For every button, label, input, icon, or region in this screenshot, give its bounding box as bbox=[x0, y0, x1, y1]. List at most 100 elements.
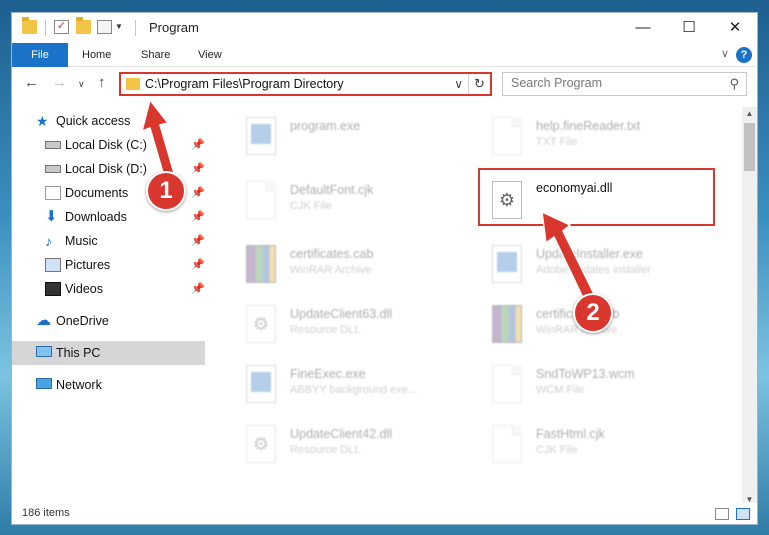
network-icon bbox=[36, 378, 52, 389]
quick-access-toolbar-dropdown-icon[interactable]: ▼ bbox=[115, 22, 123, 31]
dll-gear-icon: ⚙ bbox=[246, 305, 276, 343]
help-icon[interactable]: ? bbox=[736, 47, 752, 63]
file-type: TXT File bbox=[536, 136, 578, 148]
drive-icon bbox=[45, 165, 61, 173]
pin-icon[interactable]: 📌 bbox=[191, 229, 205, 253]
onedrive-icon: ☁ bbox=[36, 312, 51, 329]
sidebar-item-onedrive[interactable]: ☁ OneDrive bbox=[36, 309, 205, 333]
title-bar: ✓ ▼ Program — ☐ ✕ bbox=[12, 13, 757, 43]
tab-file[interactable]: File bbox=[12, 43, 68, 67]
navigation-pane: ★ Quick access Local Disk (C:) 📌 Local D… bbox=[12, 107, 205, 503]
back-arrow-icon[interactable]: ← bbox=[24, 74, 39, 91]
scrollbar-thumb[interactable] bbox=[744, 123, 755, 171]
address-path[interactable]: C:\Program Files\Program Directory bbox=[145, 77, 344, 91]
documents-icon bbox=[45, 186, 61, 200]
file-type: WinRAR Archive bbox=[290, 264, 372, 276]
forward-arrow-icon[interactable]: → bbox=[52, 74, 67, 91]
tab-home[interactable]: Home bbox=[68, 43, 125, 67]
up-arrow-icon[interactable]: ↑ bbox=[98, 74, 106, 91]
file-type: Adobe updates installer bbox=[536, 264, 651, 276]
maximize-button[interactable]: ☐ bbox=[666, 13, 712, 43]
file-item[interactable]: UpdateInstaller.exe Adobe updates instal… bbox=[478, 239, 718, 295]
sidebar-item-label: Videos bbox=[65, 282, 103, 296]
title-separator-2 bbox=[135, 20, 136, 36]
step-1-badge: 1 bbox=[146, 171, 186, 211]
file-type: ABBYY background exe... bbox=[290, 384, 417, 396]
file-item[interactable]: help.fineReader.txt TXT File bbox=[478, 111, 718, 167]
sidebar-item-label: Downloads bbox=[65, 210, 127, 224]
search-input[interactable] bbox=[511, 76, 716, 90]
sidebar-item-label: Pictures bbox=[65, 258, 111, 272]
customize-view-icon[interactable] bbox=[97, 20, 112, 34]
window-title: Program bbox=[149, 20, 199, 35]
document-icon bbox=[492, 365, 522, 403]
file-list: program.exe help.fineReader.txt TXT File… bbox=[222, 107, 742, 503]
sidebar-item-label: This PC bbox=[56, 346, 101, 360]
file-item[interactable]: program.exe bbox=[232, 111, 472, 167]
pin-icon[interactable]: 📌 bbox=[191, 277, 205, 301]
file-name: FineExec.exe bbox=[290, 367, 366, 381]
sidebar-item-quick-access[interactable]: ★ Quick access bbox=[36, 109, 205, 133]
sidebar-item-network[interactable]: Network bbox=[36, 373, 205, 397]
file-item[interactable]: FastHtml.cjk CJK File bbox=[478, 419, 718, 475]
refresh-icon[interactable]: ↻ bbox=[468, 74, 490, 94]
explorer-window: ✓ ▼ Program — ☐ ✕ File Home Share View ∨… bbox=[11, 12, 758, 525]
file-name: DefaultFont.cjk bbox=[290, 183, 374, 197]
folder-icon bbox=[22, 17, 37, 34]
pin-icon[interactable]: 📌 bbox=[191, 181, 205, 205]
file-item[interactable]: ⚙ UpdateClient63.dll Resource DLL bbox=[232, 299, 472, 355]
sidebar-item-music[interactable]: ♪ Music 📌 bbox=[45, 229, 205, 253]
title-separator bbox=[45, 20, 46, 36]
file-type: WCM File bbox=[536, 384, 585, 396]
sidebar-item-this-pc[interactable]: This PC bbox=[12, 341, 205, 365]
sidebar-item-label: Quick access bbox=[56, 114, 131, 128]
file-item[interactable]: SndToWP13.wcm WCM File bbox=[478, 359, 718, 415]
large-icons-view-icon[interactable] bbox=[736, 508, 750, 520]
pin-icon[interactable]: 📌 bbox=[191, 157, 205, 181]
vertical-scrollbar[interactable]: ▲ ▼ bbox=[742, 107, 757, 507]
details-view-icon[interactable] bbox=[715, 508, 729, 520]
file-item[interactable]: FineExec.exe ABBYY background exe... bbox=[232, 359, 472, 415]
sidebar-item-label: Local Disk (D:) bbox=[65, 162, 147, 176]
pin-icon[interactable]: 📌 bbox=[191, 133, 205, 157]
new-folder-icon[interactable] bbox=[76, 17, 91, 34]
minimize-button[interactable]: — bbox=[620, 13, 666, 43]
search-box[interactable]: ⚲ bbox=[502, 72, 747, 96]
file-item[interactable]: certificates.cab WinRAR Archive bbox=[232, 239, 472, 295]
file-item[interactable]: DefaultFont.cjk CJK File bbox=[232, 175, 472, 231]
pin-icon[interactable]: 📌 bbox=[191, 205, 205, 229]
file-name: UpdateInstaller.exe bbox=[536, 247, 644, 261]
file-name: certificates.cab bbox=[290, 247, 374, 261]
file-name: program.exe bbox=[290, 119, 361, 133]
sidebar-item-label: OneDrive bbox=[56, 314, 109, 328]
file-type: Resource DLL bbox=[290, 324, 361, 336]
tab-view[interactable]: View bbox=[184, 43, 236, 67]
expand-ribbon-chevron-icon[interactable]: ∨ bbox=[721, 47, 729, 60]
file-type: CJK File bbox=[290, 200, 332, 212]
sidebar-item-label: Music bbox=[65, 234, 98, 248]
file-type: Resource DLL bbox=[290, 444, 361, 456]
sidebar-item-local-disk-c[interactable]: Local Disk (C:) 📌 bbox=[45, 133, 205, 157]
file-item[interactable]: ⚙ UpdateClient42.dll Resource DLL bbox=[232, 419, 472, 475]
search-icon[interactable]: ⚲ bbox=[729, 76, 739, 92]
address-dropdown-chevron-icon[interactable]: ∨ bbox=[454, 77, 463, 91]
scroll-up-arrow-icon[interactable]: ▲ bbox=[742, 107, 757, 121]
properties-check-icon[interactable]: ✓ bbox=[54, 20, 69, 34]
sidebar-item-downloads[interactable]: ⬇ Downloads 📌 bbox=[45, 205, 205, 229]
winrar-icon bbox=[492, 305, 522, 343]
sidebar-item-videos[interactable]: Videos 📌 bbox=[45, 277, 205, 301]
pictures-icon bbox=[45, 258, 61, 272]
file-name: FastHtml.cjk bbox=[536, 427, 605, 441]
exe-icon bbox=[246, 117, 276, 155]
close-button[interactable]: ✕ bbox=[712, 13, 757, 43]
address-bar[interactable]: C:\Program Files\Program Directory ∨ ↻ bbox=[119, 72, 492, 96]
file-name: help.fineReader.txt bbox=[536, 119, 641, 133]
file-name: UpdateClient63.dll bbox=[290, 307, 393, 321]
recent-locations-chevron-icon[interactable]: ∨ bbox=[78, 79, 85, 90]
dll-gear-icon: ⚙ bbox=[246, 425, 276, 463]
sidebar-item-pictures[interactable]: Pictures 📌 bbox=[45, 253, 205, 277]
pin-icon[interactable]: 📌 bbox=[191, 253, 205, 277]
document-icon bbox=[246, 181, 276, 219]
tab-share[interactable]: Share bbox=[127, 43, 184, 67]
this-pc-icon bbox=[36, 346, 52, 357]
